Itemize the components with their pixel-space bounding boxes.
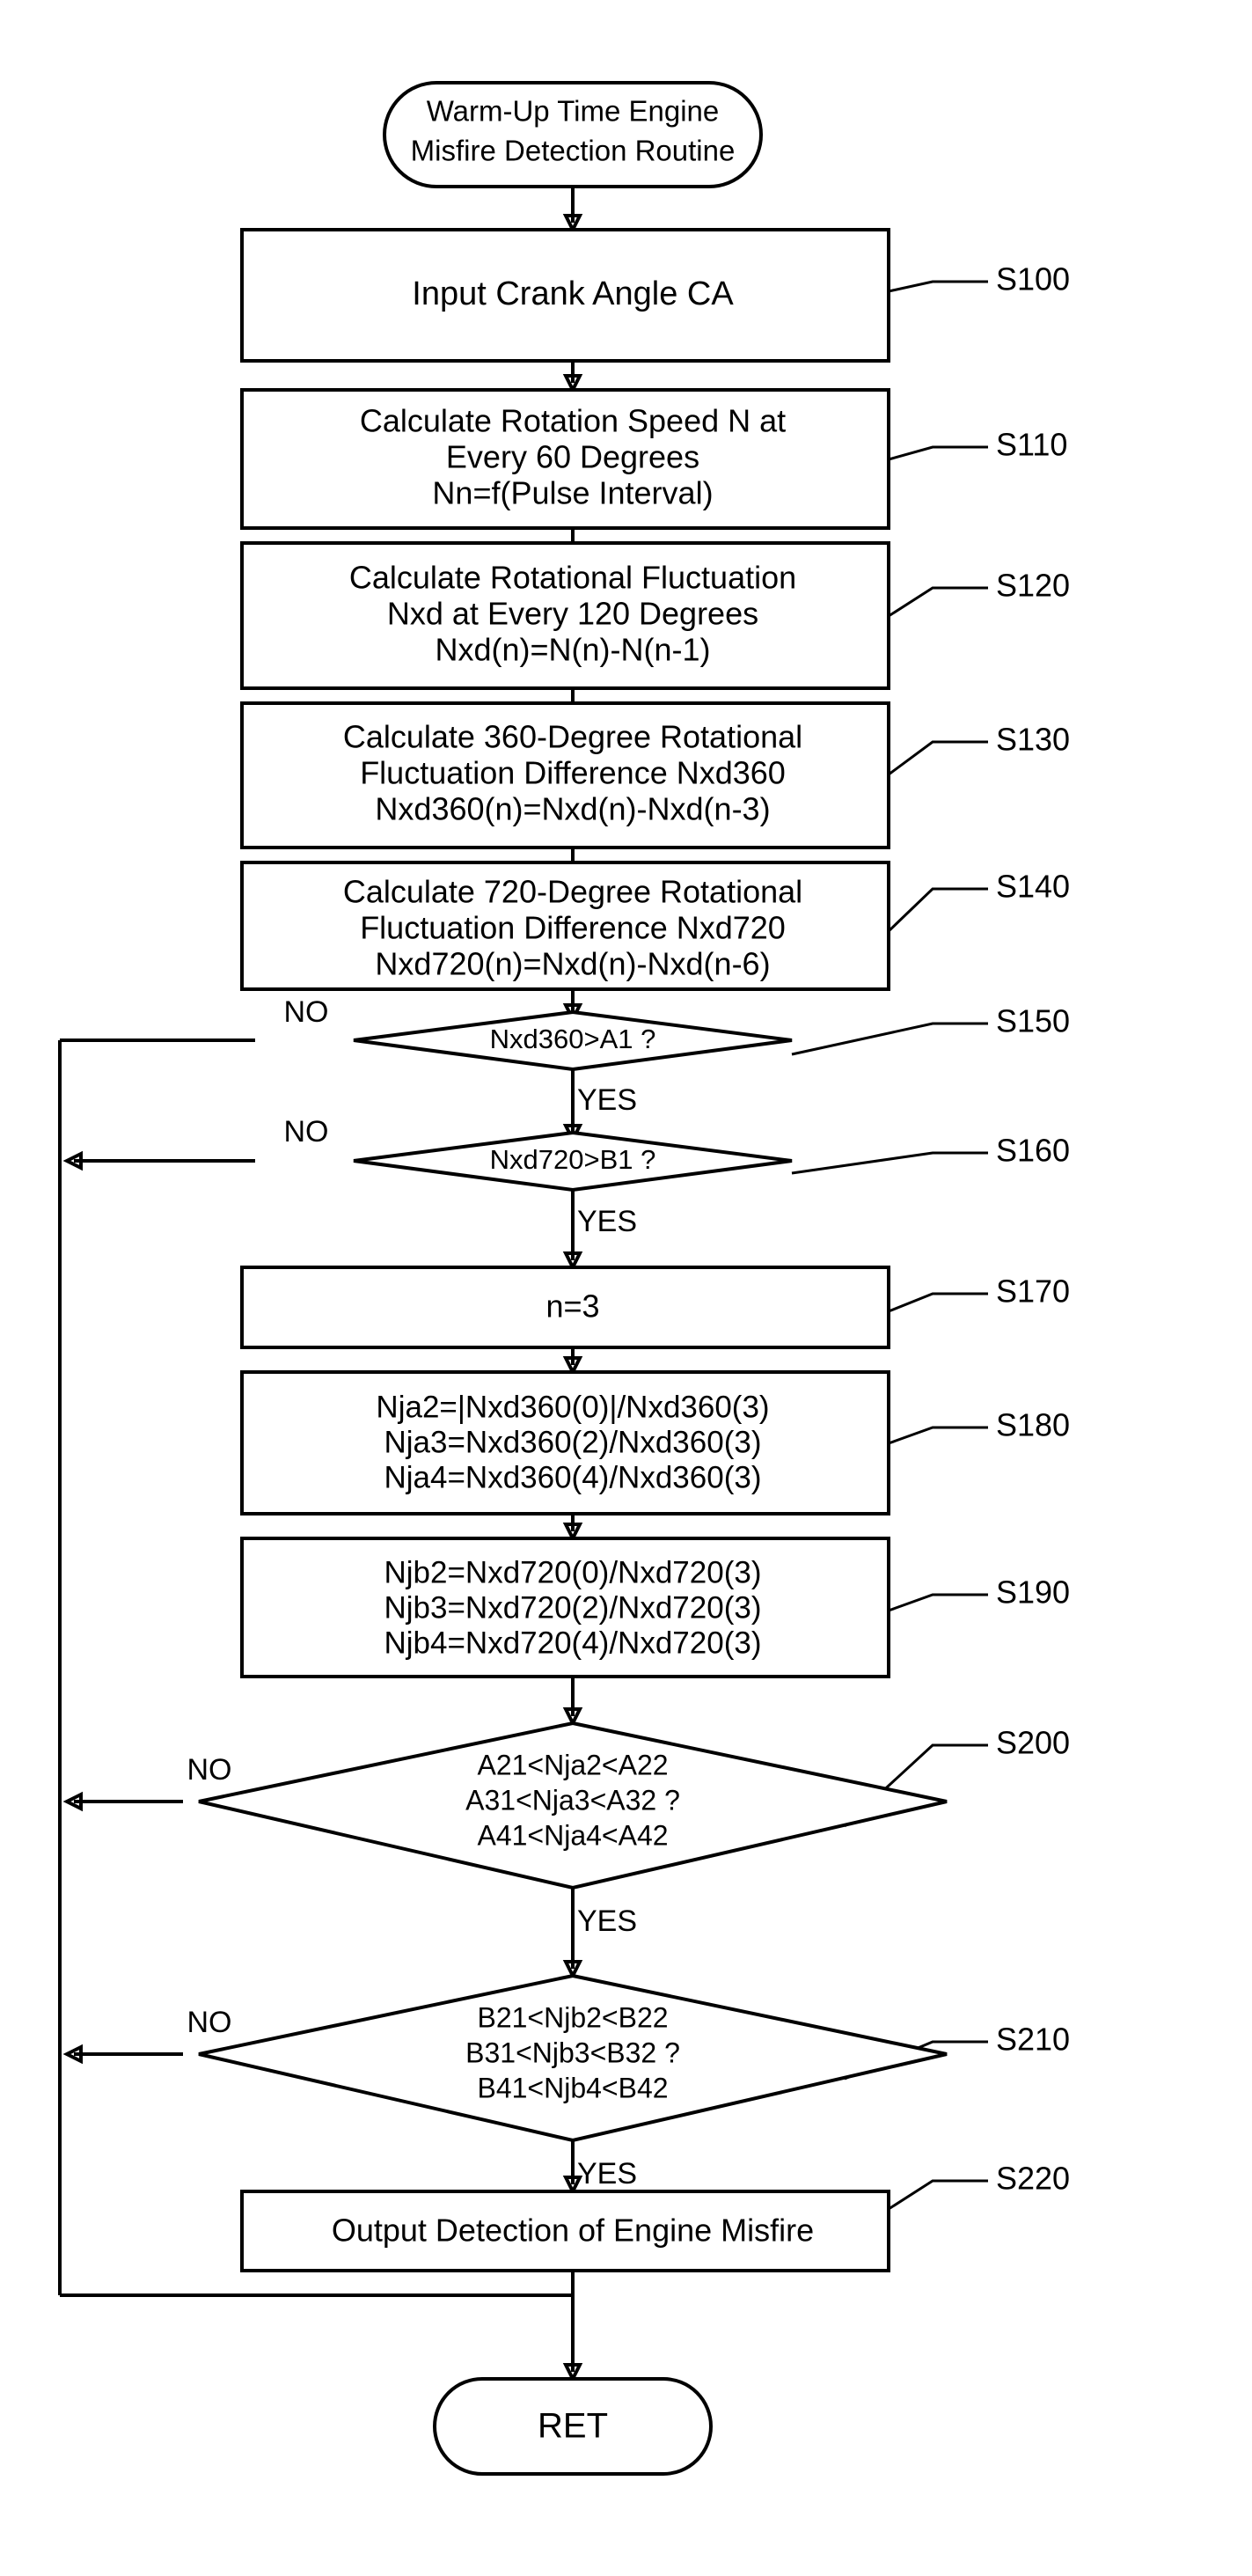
node-s210-line-1: B21<Njb2<B22 <box>477 2001 668 2033</box>
node-s150: Nxd360>A1 ? <box>353 1009 793 1072</box>
node-s130-line-2: Fluctuation Difference Nxd360 <box>360 755 786 791</box>
node-s200-line-3: A41<Nja4<A42 <box>477 1819 668 1851</box>
node-s200-line-2: A31<Nja3<A32 ? <box>465 1784 680 1816</box>
node-s170: n=3 <box>240 1266 890 1349</box>
node-s140-line-2: Fluctuation Difference Nxd720 <box>360 910 786 946</box>
step-label-s160: S160 <box>996 1133 1070 1169</box>
node-s210: B21<Njb2<B22 B31<Njb3<B32 ? B41<Njb4<B42 <box>198 1973 948 2143</box>
node-s140-line-3: Nxd720(n)=Nxd(n)-Nxd(n-6) <box>375 946 770 982</box>
node-s180: Nja2=|Nxd360(0)|/Nxd360(3) Nja3=Nxd360(2… <box>240 1370 890 1516</box>
node-s130: Calculate 360-Degree Rotational Fluctuat… <box>240 701 890 849</box>
step-label-s150: S150 <box>996 1003 1070 1039</box>
node-s180-line-3: Nja4=Nxd360(4)/Nxd360(3) <box>384 1460 762 1494</box>
node-s150-line-1: Nxd360>A1 ? <box>490 1024 656 1054</box>
step-label-s210: S210 <box>996 2022 1070 2058</box>
branch-yes-s200: YES <box>577 1904 637 1938</box>
node-s160: Nxd720>B1 ? <box>353 1130 793 1193</box>
start-terminator: Warm-Up Time Engine Misfire Detection Ro… <box>383 81 763 188</box>
step-label-s200: S200 <box>996 1725 1070 1761</box>
node-s120-line-3: Nxd(n)=N(n)-N(n-1) <box>435 632 710 668</box>
node-s180-line-1: Nja2=|Nxd360(0)|/Nxd360(3) <box>376 1390 769 1424</box>
node-s100: Input Crank Angle CA <box>240 228 890 363</box>
node-s120-line-2: Nxd at Every 120 Degrees <box>387 596 758 632</box>
node-s190-line-3: Njb4=Nxd720(4)/Nxd720(3) <box>384 1626 762 1660</box>
node-s220: Output Detection of Engine Misfire <box>240 2190 890 2272</box>
step-label-s140: S140 <box>996 869 1070 905</box>
end-label: RET <box>538 2407 608 2446</box>
end-terminator: RET <box>433 2377 713 2476</box>
step-label-s190: S190 <box>996 1574 1070 1611</box>
node-s220-line-1: Output Detection of Engine Misfire <box>332 2213 814 2249</box>
step-label-s220: S220 <box>996 2161 1070 2197</box>
node-s160-line-1: Nxd720>B1 ? <box>490 1144 656 1175</box>
node-s110-line-3: Nn=f(Pulse Interval) <box>432 475 713 511</box>
step-label-s120: S120 <box>996 568 1070 604</box>
node-s210-line-2: B31<Njb3<B32 ? <box>465 2037 680 2068</box>
flowchart-diagram: Warm-Up Time Engine Misfire Detection Ro… <box>58 81 1070 2476</box>
branch-yes-s160: YES <box>577 1205 637 1238</box>
branch-no-s210: NO <box>187 2006 232 2039</box>
node-s180-line-2: Nja3=Nxd360(2)/Nxd360(3) <box>384 1425 762 1459</box>
node-s200-line-1: A21<Nja2<A22 <box>477 1749 668 1780</box>
node-s100-line-1: Input Crank Angle CA <box>412 275 734 312</box>
step-label-s170: S170 <box>996 1273 1070 1310</box>
node-s130-line-1: Calculate 360-Degree Rotational <box>343 719 802 755</box>
branch-no-s160: NO <box>284 1115 329 1149</box>
start-line-2: Misfire Detection Routine <box>411 135 736 167</box>
branch-yes-s210: YES <box>577 2157 637 2191</box>
node-s210-line-3: B41<Njb4<B42 <box>477 2072 668 2103</box>
node-s140-line-1: Calculate 720-Degree Rotational <box>343 874 802 910</box>
node-s190-line-1: Njb2=Nxd720(0)/Nxd720(3) <box>384 1555 762 1589</box>
node-s120: Calculate Rotational Fluctuation Nxd at … <box>240 541 890 690</box>
step-label-s180: S180 <box>996 1407 1070 1443</box>
node-s110-line-1: Calculate Rotation Speed N at <box>360 403 786 439</box>
step-label-s110: S110 <box>996 427 1067 463</box>
branch-no-s200: NO <box>187 1753 232 1787</box>
branch-yes-s150: YES <box>577 1083 637 1117</box>
node-s110: Calculate Rotation Speed N at Every 60 D… <box>240 388 890 530</box>
node-s120-line-1: Calculate Rotational Fluctuation <box>349 560 796 596</box>
branch-no-s150: NO <box>284 995 329 1029</box>
node-s170-line-1: n=3 <box>545 1288 599 1325</box>
step-label-s100: S100 <box>996 261 1070 297</box>
node-s190-line-2: Njb3=Nxd720(2)/Nxd720(3) <box>384 1590 762 1625</box>
node-s110-line-2: Every 60 Degrees <box>446 439 699 475</box>
node-s190: Njb2=Nxd720(0)/Nxd720(3) Njb3=Nxd720(2)/… <box>240 1537 890 1678</box>
node-s200: A21<Nja2<A22 A31<Nja3<A32 ? A41<Nja4<A42 <box>198 1721 948 1890</box>
node-s130-line-3: Nxd360(n)=Nxd(n)-Nxd(n-3) <box>375 791 770 827</box>
step-label-s130: S130 <box>996 722 1070 758</box>
node-s140: Calculate 720-Degree Rotational Fluctuat… <box>240 861 890 991</box>
start-line-1: Warm-Up Time Engine <box>427 95 720 128</box>
